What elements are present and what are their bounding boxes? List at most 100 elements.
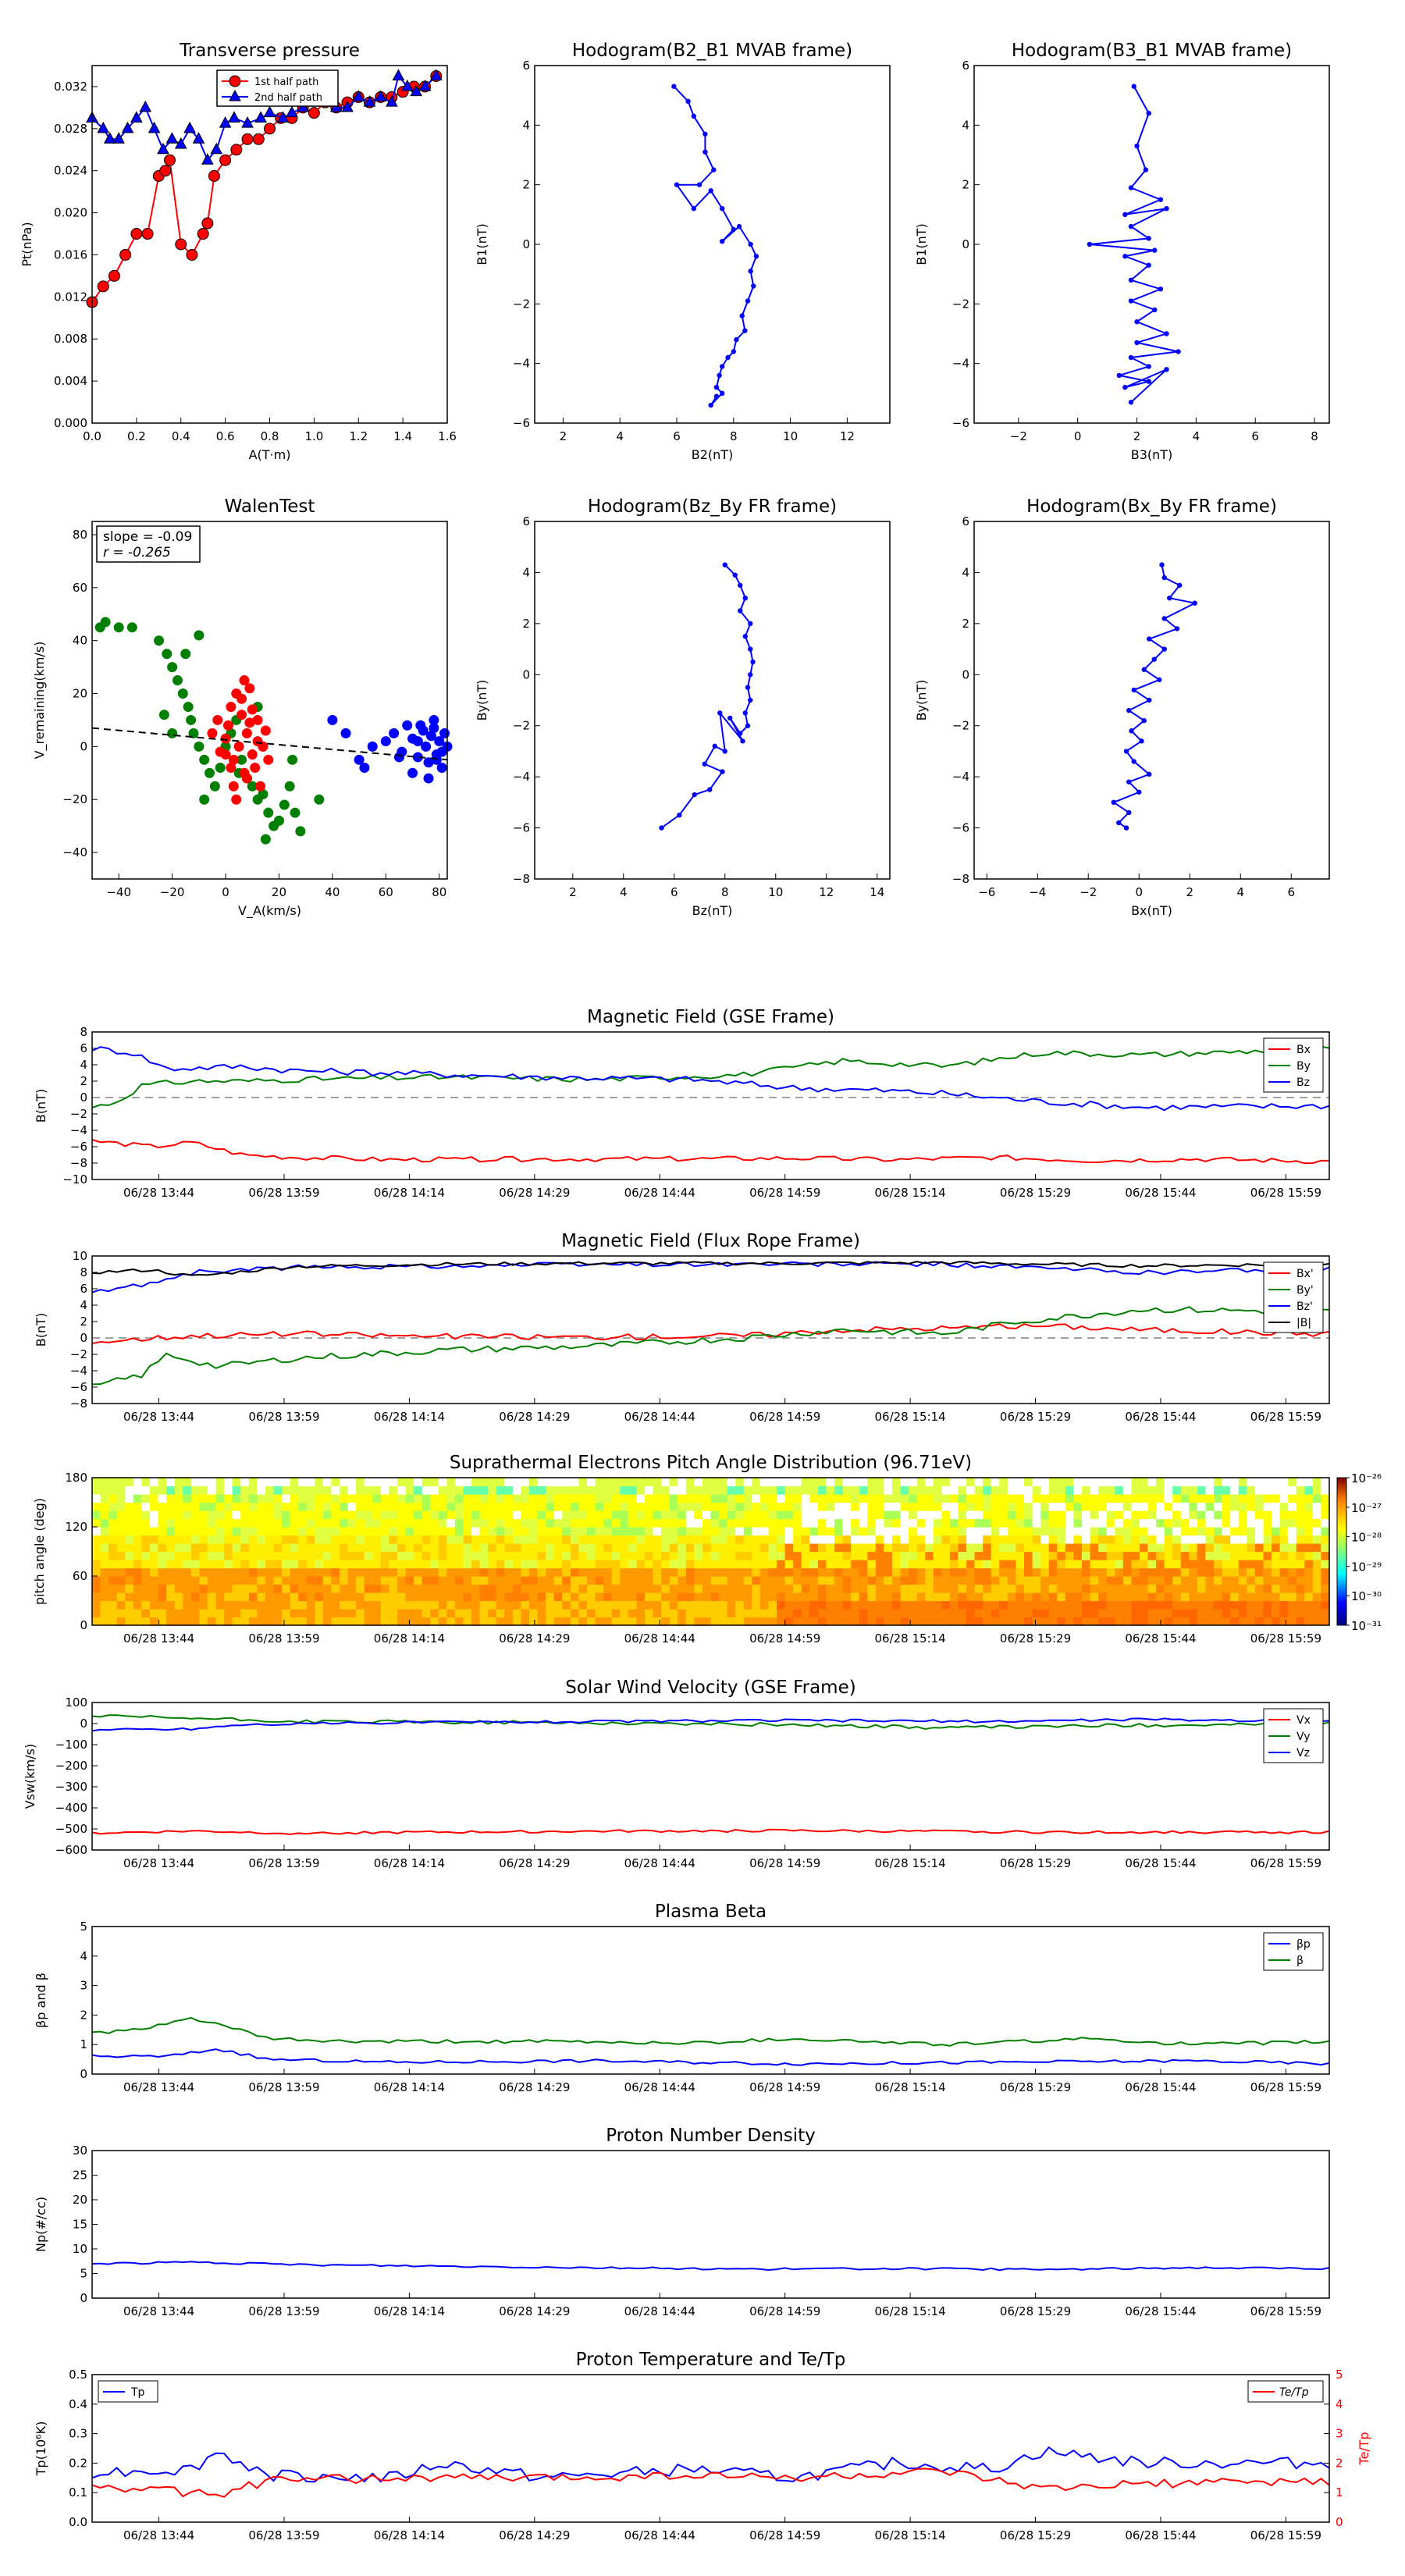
heatmap-cell: [999, 1543, 1008, 1553]
heatmap-cell: [174, 1502, 183, 1511]
heatmap-cell: [183, 1494, 192, 1503]
heatmap-cell: [685, 1567, 695, 1577]
heatmap-cell: [1304, 1527, 1314, 1536]
heatmap-cell: [430, 1478, 439, 1487]
heatmap-cell: [678, 1609, 687, 1618]
x-tick-label: 06/28 15:59: [1250, 1856, 1321, 1870]
heatmap-cell: [809, 1494, 819, 1503]
heatmap-cell: [1254, 1535, 1264, 1544]
heatmap-cell: [372, 1609, 382, 1618]
heatmap-cell: [405, 1567, 414, 1577]
heatmap-cell: [190, 1560, 200, 1569]
heatmap-cell: [1197, 1576, 1207, 1585]
heatmap-cell: [809, 1543, 819, 1553]
heatmap-cell: [190, 1485, 200, 1495]
x-tick-label: 80: [432, 885, 446, 899]
heatmap-cell: [900, 1527, 909, 1536]
heatmap-cell: [1156, 1478, 1165, 1487]
heatmap-cell: [546, 1502, 555, 1511]
heatmap-cell: [1205, 1485, 1215, 1495]
heatmap-cell: [1288, 1560, 1297, 1569]
heatmap-cell: [1205, 1518, 1215, 1528]
heatmap-cell: [784, 1617, 794, 1626]
heatmap-cell: [257, 1617, 266, 1626]
heatmap-cell: [232, 1510, 241, 1520]
x-tick-label: 2: [1133, 429, 1141, 443]
data-point: [201, 217, 214, 229]
heatmap-cell: [628, 1527, 637, 1536]
heatmap-cell: [834, 1502, 844, 1511]
heatmap-cell: [257, 1560, 266, 1569]
heatmap-cell: [949, 1494, 959, 1503]
heatmap-cell: [909, 1584, 918, 1593]
heatmap-cell: [1214, 1543, 1223, 1553]
y-tick-label: 0.5: [69, 2368, 87, 2382]
heatmap-cell: [521, 1584, 530, 1593]
heatmap-cell: [562, 1535, 571, 1544]
data-point: [1143, 167, 1149, 173]
heatmap-cell: [669, 1592, 678, 1602]
heatmap-cell: [1312, 1584, 1322, 1593]
heatmap-cell: [1263, 1502, 1272, 1511]
heatmap-cell: [793, 1478, 802, 1487]
heatmap-cell: [892, 1518, 902, 1528]
heatmap-cell: [422, 1609, 431, 1618]
heatmap-cell: [537, 1502, 546, 1511]
heatmap-cell: [809, 1600, 819, 1610]
heatmap-cell: [116, 1535, 126, 1544]
heatmap-cell: [570, 1502, 580, 1511]
heatmap-cell: [414, 1560, 423, 1569]
heatmap-cell: [727, 1609, 736, 1618]
y-tick-label: 2: [80, 2008, 87, 2022]
heatmap-cell: [1090, 1535, 1099, 1544]
heatmap-cell: [100, 1502, 109, 1511]
heatmap-cell: [1222, 1510, 1231, 1520]
heatmap-cell: [512, 1510, 522, 1520]
heatmap-cell: [653, 1485, 662, 1495]
heatmap-cell: [719, 1584, 728, 1593]
heatmap-cell: [685, 1560, 695, 1569]
series-Vx: [91, 1828, 1330, 1835]
heatmap-cell: [669, 1609, 678, 1618]
heatmap-cell: [653, 1478, 662, 1487]
heatmap-cell: [1197, 1609, 1207, 1618]
heatmap-cell: [315, 1609, 324, 1618]
heatmap-cell: [1016, 1502, 1025, 1511]
heatmap-cell: [1082, 1551, 1091, 1560]
x-tick-label: 06/28 14:29: [499, 2080, 570, 2094]
heatmap-cell: [1230, 1485, 1240, 1495]
heatmap-cell: [240, 1576, 250, 1585]
heatmap-cell: [1205, 1600, 1215, 1610]
data-point: [1164, 331, 1169, 336]
data-point: [207, 728, 218, 738]
data-point: [241, 773, 252, 784]
heatmap-cell: [1115, 1600, 1124, 1610]
heatmap-cell: [1007, 1551, 1017, 1560]
heatmap-cell: [125, 1584, 134, 1593]
x-tick-label: 06/28 14:14: [374, 1856, 445, 1870]
heatmap-cell: [1073, 1567, 1083, 1577]
data-point: [720, 206, 725, 212]
heatmap-cell: [620, 1527, 629, 1536]
y-tick-label: −4: [513, 770, 530, 784]
heatmap-cell: [397, 1609, 407, 1618]
y-tick-label: 0.004: [54, 374, 87, 388]
heatmap-cell: [752, 1485, 761, 1495]
heatmap-cell: [364, 1567, 373, 1577]
y-tick-label: 25: [73, 2169, 87, 2183]
heatmap-cell: [752, 1609, 761, 1618]
heatmap-cell: [974, 1560, 984, 1569]
heatmap-cell: [331, 1584, 340, 1593]
heatmap-cell: [290, 1543, 299, 1553]
heatmap-cell: [925, 1560, 934, 1569]
heatmap-cell: [941, 1485, 951, 1495]
heatmap-cell: [298, 1535, 308, 1544]
heatmap-cell: [801, 1494, 810, 1503]
heatmap-cell: [727, 1551, 736, 1560]
heatmap-cell: [546, 1617, 555, 1626]
heatmap-cell: [1205, 1527, 1215, 1536]
heatmap-cell: [941, 1502, 951, 1511]
heatmap-cell: [356, 1543, 365, 1553]
heatmap-cell: [158, 1494, 167, 1503]
heatmap-cell: [1131, 1576, 1140, 1585]
